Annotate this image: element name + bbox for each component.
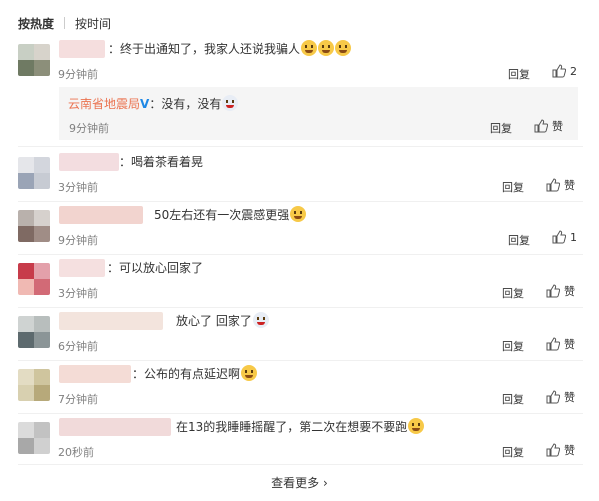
comment-item: 放心了 回家了 6分钟前 回复 赞 — [18, 312, 583, 356]
like-button[interactable]: 赞 — [534, 118, 563, 134]
crying-emoji-icon — [318, 40, 335, 56]
username[interactable] — [59, 418, 171, 436]
like-label: 赞 — [552, 120, 563, 133]
comment-text: ：可以放心回家了 — [107, 261, 204, 275]
chevron-right-icon: › — [323, 476, 328, 490]
crying-emoji-icon — [241, 365, 258, 381]
sort-by-time-tab[interactable]: 按时间 — [75, 15, 111, 32]
like-button[interactable]: 1 — [552, 230, 577, 244]
comment-item: ：终于出通知了，我家人还说我骗人 9分钟前 回复 2 — [18, 40, 583, 84]
divider — [18, 254, 583, 255]
divider — [18, 201, 583, 202]
like-button[interactable]: 赞 — [546, 442, 575, 458]
comment-time: 7分钟前 — [58, 393, 98, 406]
thumbs-up-icon — [552, 64, 566, 78]
username[interactable] — [59, 365, 131, 383]
divider — [18, 413, 583, 414]
thumbs-up-icon — [552, 230, 566, 244]
like-button[interactable]: 赞 — [546, 283, 575, 299]
official-username[interactable]: 云南省地震局 — [68, 97, 140, 111]
reply-button[interactable]: 回复 — [508, 232, 530, 248]
thumbs-up-icon — [546, 178, 560, 192]
reply-button[interactable]: 回复 — [508, 66, 530, 82]
comment-text: ：喝着茶看着晃 — [119, 155, 204, 169]
like-button[interactable]: 赞 — [546, 177, 575, 193]
reply-button[interactable]: 回复 — [502, 179, 524, 195]
divider — [18, 360, 583, 361]
laughing-emoji-icon — [408, 418, 425, 434]
like-label: 赞 — [564, 285, 575, 298]
divider — [18, 464, 583, 465]
official-reply: 云南省地震局V：没有，没有 9分钟前 回复 赞 — [59, 87, 578, 140]
comment-text: 放心了 回家了 — [176, 312, 269, 330]
verified-badge-icon: V — [140, 97, 150, 111]
crying-emoji-icon — [335, 40, 352, 56]
avatar[interactable] — [18, 316, 50, 348]
comment-time: 9分钟前 — [58, 234, 98, 247]
thumbs-up-icon — [546, 390, 560, 404]
kiss-emoji-icon — [222, 95, 239, 111]
avatar[interactable] — [18, 263, 50, 295]
like-button[interactable]: 赞 — [546, 389, 575, 405]
username[interactable] — [59, 259, 105, 277]
reply-time: 9分钟前 — [69, 122, 109, 135]
avatar[interactable] — [18, 422, 50, 454]
sort-by-hot-tab[interactable]: 按热度 — [18, 15, 54, 32]
scared-emoji-icon — [252, 312, 269, 328]
reply-button[interactable]: 回复 — [502, 285, 524, 301]
avatar[interactable] — [18, 44, 50, 76]
username[interactable] — [59, 312, 163, 330]
crying-emoji-icon — [301, 40, 318, 56]
comment-time: 6分钟前 — [58, 340, 98, 353]
thumbs-up-icon — [546, 337, 560, 351]
reply-button[interactable]: 回复 — [490, 120, 512, 136]
like-label: 赞 — [564, 338, 575, 351]
like-label: 赞 — [564, 179, 575, 192]
comment-text: ：终于出通知了，我家人还说我骗人 — [108, 40, 352, 58]
comment-item: ：喝着茶看着晃 3分钟前 回复 赞 — [18, 153, 583, 197]
comment-item: ：可以放心回家了 3分钟前 回复 赞 — [18, 259, 583, 303]
comment-text: 50左右还有一次震感更强 — [154, 206, 307, 224]
comment-time: 9分钟前 — [58, 68, 98, 81]
comment-time: 3分钟前 — [58, 287, 98, 300]
comment-item: 在13的我睡睡摇醒了，第二次在想要不要跑 20秒前 回复 赞 — [18, 418, 583, 462]
sort-separator — [64, 17, 66, 29]
reply-button[interactable]: 回复 — [502, 444, 524, 460]
reply-text-line: 云南省地震局V：没有，没有 — [68, 95, 239, 113]
comment-text: 在13的我睡睡摇醒了，第二次在想要不要跑 — [176, 418, 425, 436]
like-label: 赞 — [564, 444, 575, 457]
view-more-link[interactable]: 查看更多 › — [0, 474, 599, 491]
thumbs-up-icon — [534, 119, 548, 133]
divider — [18, 146, 583, 147]
avatar[interactable] — [18, 210, 50, 242]
thumbs-up-icon — [546, 284, 560, 298]
crying-emoji-icon — [290, 206, 307, 222]
like-label: 赞 — [564, 391, 575, 404]
avatar[interactable] — [18, 157, 50, 189]
like-count: 1 — [570, 230, 577, 244]
comment-text: ：公布的有点延迟啊 — [132, 365, 258, 383]
comment-item: 50左右还有一次震感更强 9分钟前 回复 1 — [18, 206, 583, 250]
reply-button[interactable]: 回复 — [502, 338, 524, 354]
sort-bar: 按热度 按时间 — [18, 13, 111, 33]
avatar[interactable] — [18, 369, 50, 401]
username[interactable] — [59, 40, 105, 58]
like-button[interactable]: 2 — [552, 64, 577, 78]
username[interactable] — [59, 153, 119, 171]
comment-item: ：公布的有点延迟啊 7分钟前 回复 赞 — [18, 365, 583, 409]
thumbs-up-icon — [546, 443, 560, 457]
reply-button[interactable]: 回复 — [502, 391, 524, 407]
comment-time: 20秒前 — [58, 446, 94, 459]
like-button[interactable]: 赞 — [546, 336, 575, 352]
username[interactable] — [59, 206, 143, 224]
comment-time: 3分钟前 — [58, 181, 98, 194]
divider — [18, 307, 583, 308]
reply-text: ：没有，没有 — [149, 97, 222, 111]
like-count: 2 — [570, 64, 577, 78]
